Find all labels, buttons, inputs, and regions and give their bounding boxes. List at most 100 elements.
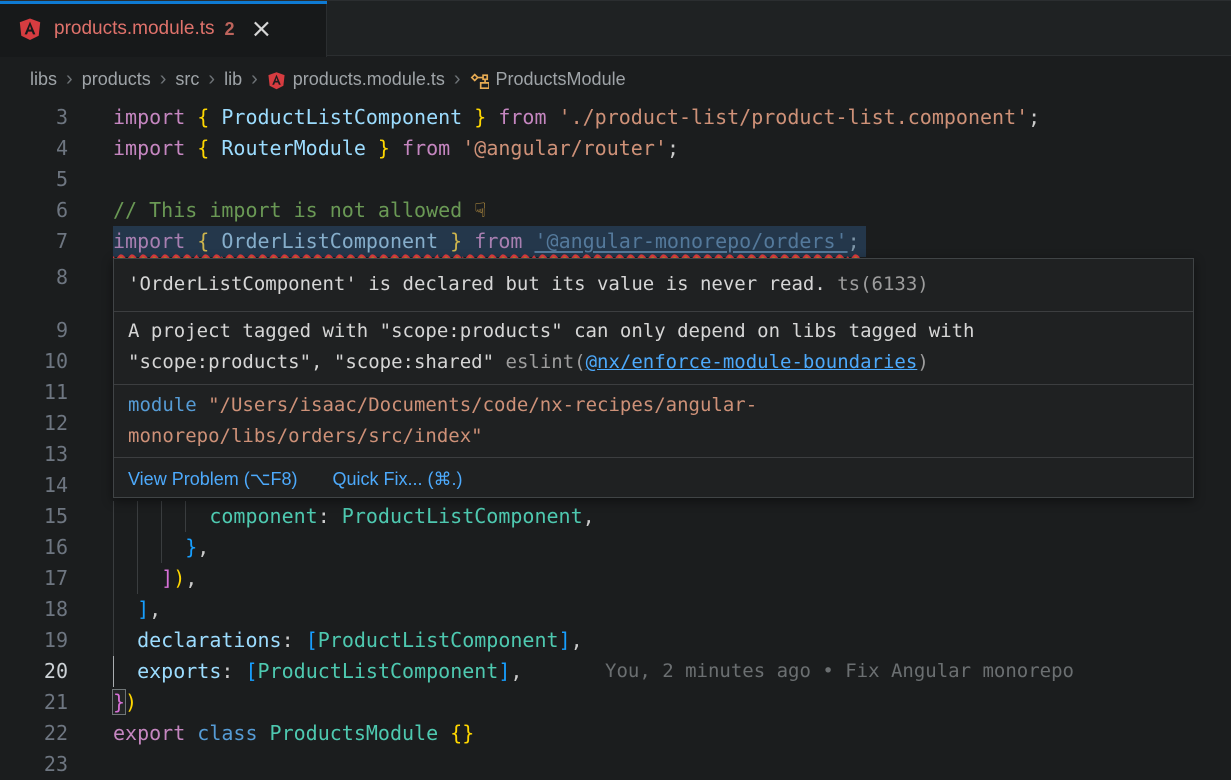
line-number: 22	[0, 718, 68, 749]
breadcrumb-item-libs[interactable]: libs	[30, 69, 57, 90]
hover-separator	[114, 384, 1193, 385]
quick-fix-button[interactable]: Quick Fix... (⌘.)	[332, 469, 462, 489]
code-token: }	[438, 229, 462, 253]
chevron-right-icon: ›	[160, 68, 167, 91]
breadcrumb-item-src[interactable]: src	[175, 69, 199, 90]
code-token: import	[113, 229, 197, 253]
code-line: // This import is not allowed ☟	[113, 195, 486, 226]
code-token: ProductListComponent	[342, 504, 583, 528]
hover-module-line2: monorepo/libs/orders/src/index"	[128, 421, 1179, 452]
code-token: ,	[510, 659, 522, 683]
code-line: exports: [ProductListComponent],	[113, 656, 522, 687]
code-token: ]	[137, 597, 149, 621]
line-number: 3	[0, 102, 68, 133]
code-line: import { OrderListComponent } from '@ang…	[113, 226, 866, 257]
code-token: exports	[137, 659, 221, 683]
line-number: 17	[0, 563, 68, 594]
code-token: '@angular/router'	[462, 136, 667, 160]
code-token: :	[282, 628, 306, 652]
eslint-rule-link[interactable]: @nx/enforce-module-boundaries	[586, 351, 918, 373]
angular-icon	[18, 17, 42, 41]
code-line: import { RouterModule } from '@angular/r…	[113, 133, 679, 164]
hover-ts-message: 'OrderListComponent' is declared but its…	[128, 269, 1179, 300]
code-token	[113, 566, 161, 590]
chevron-right-icon: ›	[454, 68, 461, 91]
code-token: [	[245, 659, 257, 683]
code-line: },	[113, 532, 209, 563]
breadcrumb-symbol-products-module[interactable]: ProductsModule	[496, 69, 626, 90]
code-token: ;	[848, 229, 860, 253]
line-number: 12	[0, 408, 68, 439]
code-token: from	[390, 136, 462, 160]
code-token: ☟	[474, 198, 486, 222]
view-problem-button[interactable]: View Problem (⌥F8)	[128, 469, 297, 489]
code-line: declarations: [ProductListComponent],	[113, 625, 583, 656]
code-token: ]	[161, 566, 173, 590]
line-number: 5	[0, 164, 68, 195]
line-number: 19	[0, 625, 68, 656]
editor[interactable]: 34567891011121314151617181920212223 impo…	[0, 101, 1231, 780]
hover-module-line1: module "/Users/isaac/Documents/code/nx-r…	[128, 390, 1179, 421]
code-line: ],	[113, 594, 161, 625]
code-token: )	[173, 566, 185, 590]
code-token: ,	[197, 535, 209, 559]
chevron-right-icon: ›	[208, 68, 215, 91]
code-token: import	[113, 105, 197, 129]
chevron-right-icon: ›	[251, 68, 258, 91]
breadcrumb-item-file[interactable]: products.module.ts	[293, 69, 445, 90]
code-token: {}	[450, 721, 474, 745]
code-token	[113, 628, 137, 652]
breadcrumb-item-lib[interactable]: lib	[224, 69, 242, 90]
line-number: 15	[0, 501, 68, 532]
code-token: '@angular-monorepo/orders'	[534, 229, 847, 253]
code-token: ]	[559, 628, 571, 652]
code-token: './product-list/product-list.component'	[559, 105, 1029, 129]
tab-products-module[interactable]: products.module.ts 2 ×	[0, 1, 327, 57]
code-line: export class ProductsModule {}	[113, 718, 474, 749]
code-token: ProductListComponent	[221, 105, 462, 129]
line-number: 21	[0, 687, 68, 718]
angular-icon	[267, 71, 286, 90]
line-number: 18	[0, 594, 68, 625]
line-number: 11	[0, 377, 68, 408]
code-token: ProductListComponent	[258, 659, 499, 683]
line-number: 23	[0, 749, 68, 780]
code-token: :	[221, 659, 245, 683]
error-hover-popup: 'OrderListComponent' is declared but its…	[113, 258, 1194, 498]
hover-eslint-line2: "scope:products", "scope:shared" eslint(…	[128, 347, 1179, 378]
code-token: OrderListComponent	[221, 229, 438, 253]
error-squiggle: import { OrderListComponent } from '@ang…	[113, 229, 860, 253]
code-token: declarations	[137, 628, 282, 652]
code-token	[113, 597, 137, 621]
error-squiggle: import { OrderListComponent } from '@ang…	[113, 229, 860, 253]
code-line: })	[113, 687, 137, 718]
code-token: ,	[571, 628, 583, 652]
code-line: import { ProductListComponent } from './…	[113, 102, 1040, 133]
tab-filename: products.module.ts	[54, 18, 215, 40]
tab-bar: products.module.ts 2 ×	[0, 0, 1231, 56]
code-token: [	[306, 628, 318, 652]
code-token	[113, 535, 185, 559]
breadcrumb-item-products[interactable]: products	[82, 69, 151, 90]
code-token: import	[113, 136, 197, 160]
code-token: from	[462, 229, 534, 253]
line-number: 9	[0, 315, 68, 346]
hover-separator	[114, 457, 1193, 458]
code-token: RouterModule	[221, 136, 366, 160]
code-token: {	[197, 136, 221, 160]
code-token: ProductListComponent	[318, 628, 559, 652]
code-token: ,	[185, 566, 197, 590]
code-token: }	[462, 105, 486, 129]
code-token: :	[318, 504, 342, 528]
code-token: {	[197, 105, 221, 129]
code-token: class	[197, 721, 269, 745]
code-token: )	[125, 690, 137, 714]
code-token: ;	[1028, 105, 1040, 129]
close-icon[interactable]: ×	[251, 16, 273, 42]
code-line: ]),	[113, 563, 197, 594]
code-token: ,	[149, 597, 161, 621]
code-token: }	[113, 690, 125, 714]
chevron-right-icon: ›	[66, 68, 73, 91]
code-token	[113, 659, 137, 683]
code-token: ,	[583, 504, 595, 528]
